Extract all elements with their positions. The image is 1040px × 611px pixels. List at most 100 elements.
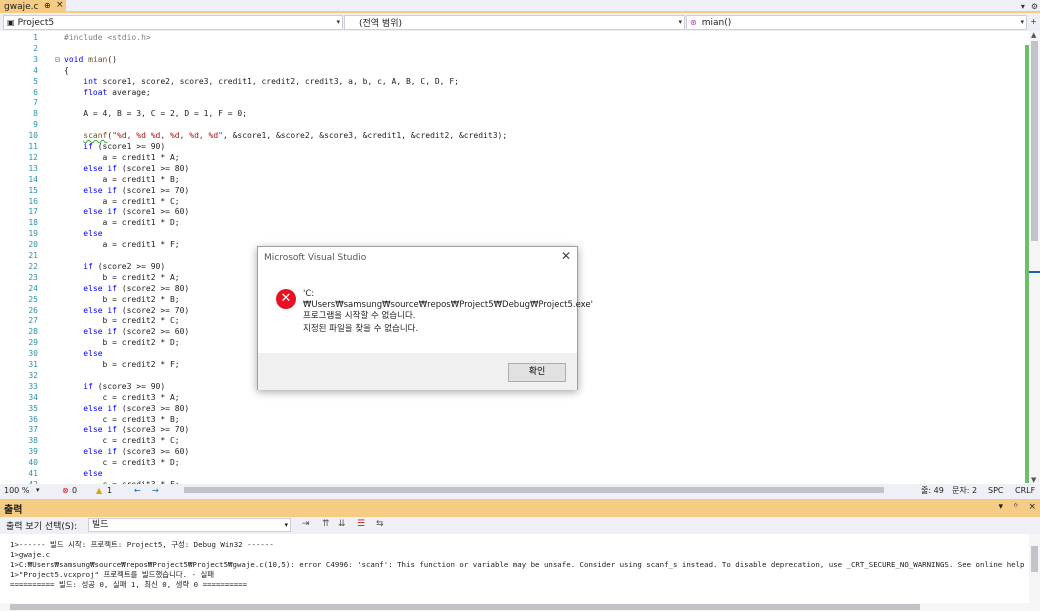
code-line[interactable]: 36 c = credit3 * B;: [0, 414, 1022, 425]
code-line[interactable]: 40 c = credit3 * D;: [0, 457, 1022, 468]
line-number: 38: [28, 436, 38, 446]
line-indicator: 줄: 49: [921, 485, 944, 495]
code-text: float average;: [83, 87, 151, 97]
pin-icon[interactable]: ᛜ: [1013, 502, 1018, 512]
go-next-icon[interactable]: ⇊: [338, 519, 346, 529]
go-previous-icon[interactable]: ⇈: [322, 519, 330, 529]
code-text: c = credit3 * A;: [64, 392, 180, 402]
code-text: else if (score2 >= 80): [83, 283, 190, 293]
error-icon[interactable]: ⊗: [62, 486, 69, 495]
code-text: else if (score1 >= 70): [83, 185, 190, 195]
output-line: ========== 빌드: 성공 0, 실패 1, 최신 0, 생략 0 ==…: [10, 580, 248, 589]
scope-dropdown[interactable]: (전역 범위) ▾: [344, 15, 685, 30]
output-horizontal-scrollbar[interactable]: [0, 603, 1040, 611]
output-text[interactable]: 1>------ 빌드 시작: 프로젝트: Project5, 구성: Debu…: [0, 534, 1040, 603]
line-number: 17: [28, 207, 38, 217]
code-line[interactable]: 4{: [0, 65, 1022, 76]
line-number: 32: [28, 370, 38, 380]
code-text: else if (score3 >= 60): [83, 447, 190, 457]
chevron-down-icon[interactable]: ▾: [999, 502, 1004, 512]
line-number: 8: [33, 109, 38, 119]
code-line[interactable]: 37 else if (score3 >= 70): [0, 424, 1022, 435]
code-line[interactable]: 39 else if (score3 >= 60): [0, 446, 1022, 457]
scroll-up-icon[interactable]: ▲: [1031, 31, 1036, 39]
arrow-left-icon[interactable]: ←: [134, 486, 141, 495]
code-text: else if (score3 >= 70): [83, 425, 190, 435]
chevron-down-icon[interactable]: ▾: [36, 486, 40, 494]
line-number: 10: [28, 131, 38, 141]
ok-button[interactable]: 확인: [508, 363, 566, 382]
pin-icon[interactable]: ⊕: [44, 1, 51, 10]
code-text: a = credit1 * C;: [64, 196, 180, 206]
tab-strip-icons: ▾ ⚙: [1021, 0, 1038, 13]
scroll-thumb[interactable]: [10, 604, 920, 610]
line-number: 37: [28, 425, 38, 435]
navigation-bar: ▣ Project5 ▾ (전역 범위) ▾ ⊛ mian() ▾ +: [0, 15, 1040, 31]
clear-all-icon[interactable]: ☰: [357, 519, 365, 529]
warning-count[interactable]: 1: [107, 486, 112, 495]
project-icon: ▣: [7, 18, 15, 27]
code-line[interactable]: 17 else if (score1 >= 60): [0, 206, 1022, 217]
editor-horizontal-scrollbar[interactable]: [176, 486, 906, 494]
code-line[interactable]: 1 #include <stdio.h>: [0, 32, 1022, 43]
scroll-thumb[interactable]: [184, 487, 884, 493]
output-vertical-scrollbar[interactable]: [1029, 534, 1040, 603]
arrow-right-icon[interactable]: →: [152, 486, 159, 495]
document-tab-strip: gwaje.c ⊕ × ▾ ⚙: [0, 0, 1040, 13]
code-line[interactable]: 18 a = credit1 * D;: [0, 217, 1022, 228]
zoom-level[interactable]: 100 %: [4, 486, 29, 495]
scroll-thumb[interactable]: [1031, 546, 1038, 572]
error-count[interactable]: 0: [72, 486, 77, 495]
code-line[interactable]: 11 if (score1 >= 90): [0, 141, 1022, 152]
code-line[interactable]: 16 a = credit1 * C;: [0, 196, 1022, 207]
code-line[interactable]: 3 ⊟ void mian(): [0, 54, 1022, 65]
line-number: 14: [28, 174, 38, 184]
close-icon[interactable]: ×: [56, 0, 64, 10]
line-number: 35: [28, 403, 38, 413]
gear-icon[interactable]: ⚙: [1031, 2, 1038, 11]
code-line[interactable]: 5 int score1, score2, score3, credit1, c…: [0, 76, 1022, 87]
code-line[interactable]: 15 else if (score1 >= 70): [0, 185, 1022, 196]
code-line[interactable]: 41 else: [0, 468, 1022, 479]
project-dropdown[interactable]: ▣ Project5 ▾: [3, 15, 343, 30]
code-line[interactable]: 35 else if (score3 >= 80): [0, 403, 1022, 414]
code-text: else if (score1 >= 60): [83, 207, 190, 217]
collapse-icon[interactable]: ⊟: [55, 54, 63, 65]
function-dropdown[interactable]: ⊛ mian() ▾: [686, 15, 1027, 30]
line-number: 20: [28, 240, 38, 250]
tab-gwaje-c[interactable]: gwaje.c ⊕ ×: [0, 0, 66, 13]
output-line: 1>------ 빌드 시작: 프로젝트: Project5, 구성: Debu…: [10, 540, 274, 549]
code-line[interactable]: 34 c = credit3 * A;: [0, 392, 1022, 403]
scroll-down-icon[interactable]: ▼: [1031, 476, 1036, 484]
code-line[interactable]: 13 else if (score1 >= 80): [0, 163, 1022, 174]
code-line[interactable]: 38 c = credit3 * C;: [0, 435, 1022, 446]
code-line[interactable]: 2: [0, 43, 1022, 54]
word-wrap-icon[interactable]: ⇆: [376, 519, 384, 529]
code-line[interactable]: 19 else: [0, 228, 1022, 239]
scroll-thumb[interactable]: [1031, 41, 1038, 241]
close-icon[interactable]: ×: [1028, 502, 1036, 512]
code-line[interactable]: 7: [0, 97, 1022, 108]
find-message-icon[interactable]: ⇥: [302, 519, 310, 529]
chevron-down-icon[interactable]: ▾: [1021, 2, 1025, 11]
code-text: b = credit2 * D;: [64, 338, 180, 348]
close-icon[interactable]: ✕: [561, 249, 571, 263]
editor-vertical-scrollbar[interactable]: ▲ ▼: [1029, 31, 1040, 484]
code-text: a = credit1 * F;: [64, 240, 180, 250]
chevron-down-icon: ▾: [336, 18, 340, 26]
code-line[interactable]: 14 a = credit1 * B;: [0, 174, 1022, 185]
code-line[interactable]: 8 A = 4, B = 3, C = 2, D = 1, F = 0;: [0, 108, 1022, 119]
code-text: a = credit1 * D;: [64, 218, 180, 228]
code-line[interactable]: 12 a = credit1 * A;: [0, 152, 1022, 163]
warning-icon[interactable]: ▲: [96, 486, 102, 495]
output-source-dropdown[interactable]: 빌드 ▾: [88, 518, 291, 532]
code-text: b = credit2 * B;: [64, 294, 180, 304]
tab-filename: gwaje.c: [4, 1, 39, 12]
code-text: void mian(): [64, 54, 117, 64]
code-line[interactable]: 6 float average;: [0, 87, 1022, 98]
code-text: else: [83, 229, 103, 239]
code-line[interactable]: 10 scanf("%d, %d %d, %d, %d, %d", &score…: [0, 130, 1022, 141]
code-line[interactable]: 9: [0, 119, 1022, 130]
split-icon[interactable]: +: [1030, 17, 1037, 26]
code-text: if (score3 >= 90): [83, 381, 166, 391]
